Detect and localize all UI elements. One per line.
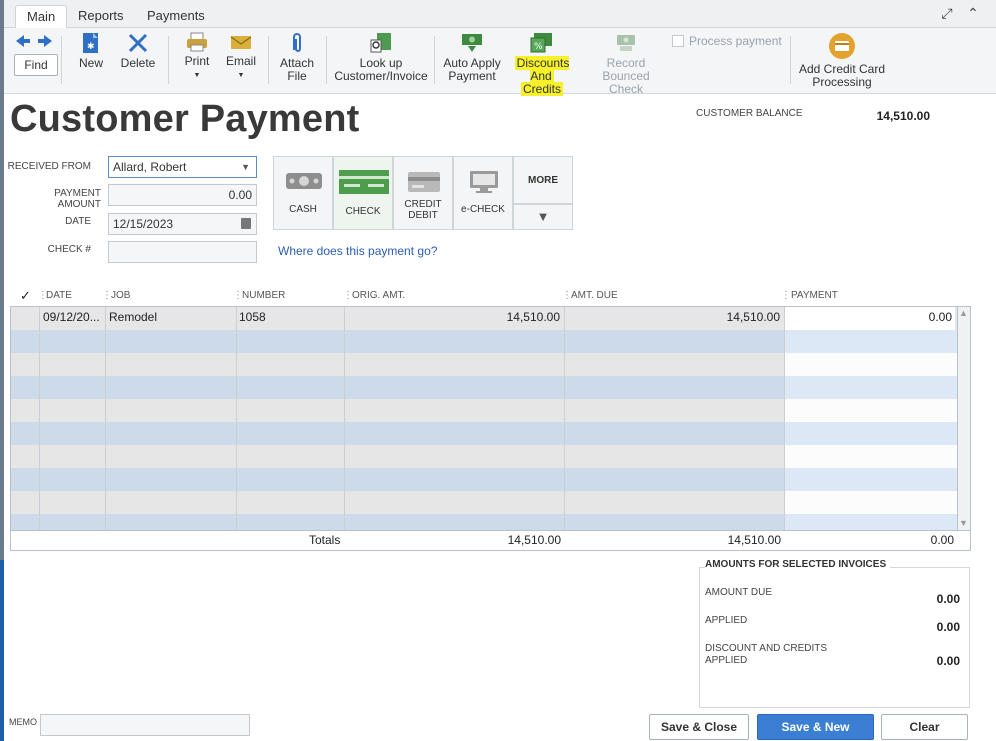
delete-button[interactable]: Delete xyxy=(118,32,158,70)
auto-apply-money-icon xyxy=(462,34,482,52)
applied-value: 0.00 xyxy=(936,620,960,634)
payment-amount-field[interactable]: 0.00 xyxy=(108,184,257,206)
prev-next-arrows-icon[interactable] xyxy=(14,34,54,48)
check-number-field[interactable] xyxy=(108,241,257,263)
column-header-payment[interactable]: PAYMENT xyxy=(791,290,838,301)
tab-bar: Main Reports Payments ⤢ ⌃ xyxy=(4,0,996,29)
clear-button[interactable]: Clear xyxy=(881,714,968,740)
auto-apply-payment-button[interactable]: Auto Apply Payment xyxy=(442,32,502,83)
printer-icon xyxy=(187,32,207,52)
table-scrollbar[interactable]: ▲ ▼ xyxy=(958,306,971,531)
received-from-label: RECEIVED FROM xyxy=(7,161,91,172)
invoice-table: 09/12/20... Remodel 1058 14,510.00 14,51… xyxy=(10,306,958,531)
delete-x-icon xyxy=(128,33,148,53)
expand-icon[interactable]: ⤢ xyxy=(938,5,956,22)
check-icon xyxy=(339,170,389,194)
chevron-down-icon: ▼ xyxy=(241,162,250,172)
envelope-icon xyxy=(230,36,252,49)
credit-card-icon xyxy=(408,172,440,192)
bounced-check-icon xyxy=(617,35,635,51)
payment-amount-label: PAYMENT AMOUNT xyxy=(54,188,101,210)
column-header-orig-amt[interactable]: ORIG. AMT. xyxy=(352,290,405,301)
column-header-check[interactable]: ✓ xyxy=(20,288,31,304)
row-amt-due: 14,510.00 xyxy=(726,310,780,324)
svg-text:%: % xyxy=(534,42,543,52)
email-button[interactable]: Email ▼ xyxy=(224,32,258,82)
record-bounced-check-button[interactable]: Record Bounced Check xyxy=(584,32,668,96)
totals-amt-due: 14,510.00 xyxy=(727,533,781,547)
column-header-amt-due[interactable]: AMT. DUE xyxy=(571,290,618,301)
amount-due-value: 0.00 xyxy=(936,592,960,606)
totals-payment: 0.00 xyxy=(930,533,954,547)
new-button[interactable]: ✱ New xyxy=(74,32,108,70)
row-date: 09/12/20... xyxy=(43,310,100,324)
more-methods-dropdown-icon[interactable]: ▼ xyxy=(513,204,573,230)
tab-main[interactable]: Main xyxy=(15,5,68,29)
payment-method-check[interactable]: CHECK xyxy=(333,156,393,230)
paperclip-icon xyxy=(293,33,301,52)
find-button[interactable]: Find xyxy=(14,54,58,76)
window-left-edge xyxy=(0,0,4,741)
page-title: Customer Payment xyxy=(10,98,360,140)
new-document-icon: ✱ xyxy=(83,33,98,53)
save-close-button[interactable]: Save & Close xyxy=(649,714,749,740)
credit-card-processing-icon xyxy=(829,33,855,59)
row-orig-amt: 14,510.00 xyxy=(506,310,560,324)
customer-balance-value: 14,510.00 xyxy=(876,109,930,123)
print-button[interactable]: Print ▼ xyxy=(180,32,214,82)
payment-method-more[interactable]: MORE xyxy=(513,156,573,204)
row-job: Remodel xyxy=(109,310,158,324)
received-from-dropdown[interactable]: Allard, Robert ▼ xyxy=(108,156,257,178)
scroll-up-icon: ▲ xyxy=(959,308,968,318)
amounts-title: AMOUNTS FOR SELECTED INVOICES xyxy=(705,559,891,570)
save-new-button[interactable]: Save & New xyxy=(757,714,874,740)
amount-due-label: AMOUNT DUE xyxy=(705,587,773,598)
toolbar: Find ✱ New Delete Print ▼ Email ▼ Attach Fi xyxy=(4,28,996,96)
totals-label: Totals xyxy=(309,533,341,547)
discounts-and-credits-button[interactable]: % Discounts And Credits xyxy=(504,32,580,96)
lookup-customer-invoice-button[interactable]: Look up Customer/Invoice xyxy=(334,32,428,83)
chevron-up-icon[interactable]: ⌃ xyxy=(964,5,982,22)
discount-credits-applied-value: 0.00 xyxy=(936,654,960,668)
cash-icon xyxy=(286,173,322,189)
row-number: 1058 xyxy=(239,310,266,324)
totals-orig-amt: 14,510.00 xyxy=(507,533,561,547)
memo-label: MEMO xyxy=(9,717,37,727)
customer-balance-label: CUSTOMER BALANCE xyxy=(696,108,803,119)
table-row[interactable]: 09/12/20... Remodel 1058 14,510.00 14,51… xyxy=(11,307,957,330)
check-number-label: CHECK # xyxy=(47,244,91,255)
scroll-down-icon: ▼ xyxy=(959,518,968,528)
payment-method-cash[interactable]: CASH xyxy=(273,156,333,230)
svg-text:✱: ✱ xyxy=(87,42,95,52)
table-header: ✓ ⋮ DATE ⋮ JOB ⋮ NUMBER ⋮ ORIG. AMT. ⋮ A… xyxy=(20,288,838,304)
discounts-credits-icon: % xyxy=(530,33,552,53)
applied-label: APPLIED xyxy=(705,615,748,626)
tab-payments[interactable]: Payments xyxy=(136,5,216,29)
memo-field[interactable] xyxy=(40,714,250,736)
add-credit-card-processing-button[interactable]: Add Credit Card Processing xyxy=(797,32,887,89)
date-field[interactable]: 12/15/2023 xyxy=(108,213,257,235)
computer-monitor-icon xyxy=(470,171,498,193)
column-header-date[interactable]: DATE xyxy=(46,290,72,301)
totals-row: Totals 14,510.00 14,510.00 0.00 xyxy=(10,531,971,551)
lookup-icon xyxy=(370,33,391,53)
tab-reports[interactable]: Reports xyxy=(67,5,135,29)
payment-method-credit-debit[interactable]: CREDIT DEBIT xyxy=(393,156,453,230)
payment-method-echeck[interactable]: e-CHECK xyxy=(453,156,513,230)
column-header-number[interactable]: NUMBER xyxy=(242,290,285,301)
where-does-payment-go-link[interactable]: Where does this payment go? xyxy=(278,244,437,258)
date-label: DATE xyxy=(65,216,91,227)
discount-credits-applied-label: DISCOUNT AND CREDITS APPLIED xyxy=(705,643,828,666)
row-payment[interactable]: 0.00 xyxy=(785,307,955,330)
calendar-icon xyxy=(241,218,251,229)
column-header-job[interactable]: JOB xyxy=(111,290,130,301)
attach-file-button[interactable]: Attach File xyxy=(277,32,317,83)
process-payment-checkbox[interactable]: Process payment xyxy=(672,34,782,48)
